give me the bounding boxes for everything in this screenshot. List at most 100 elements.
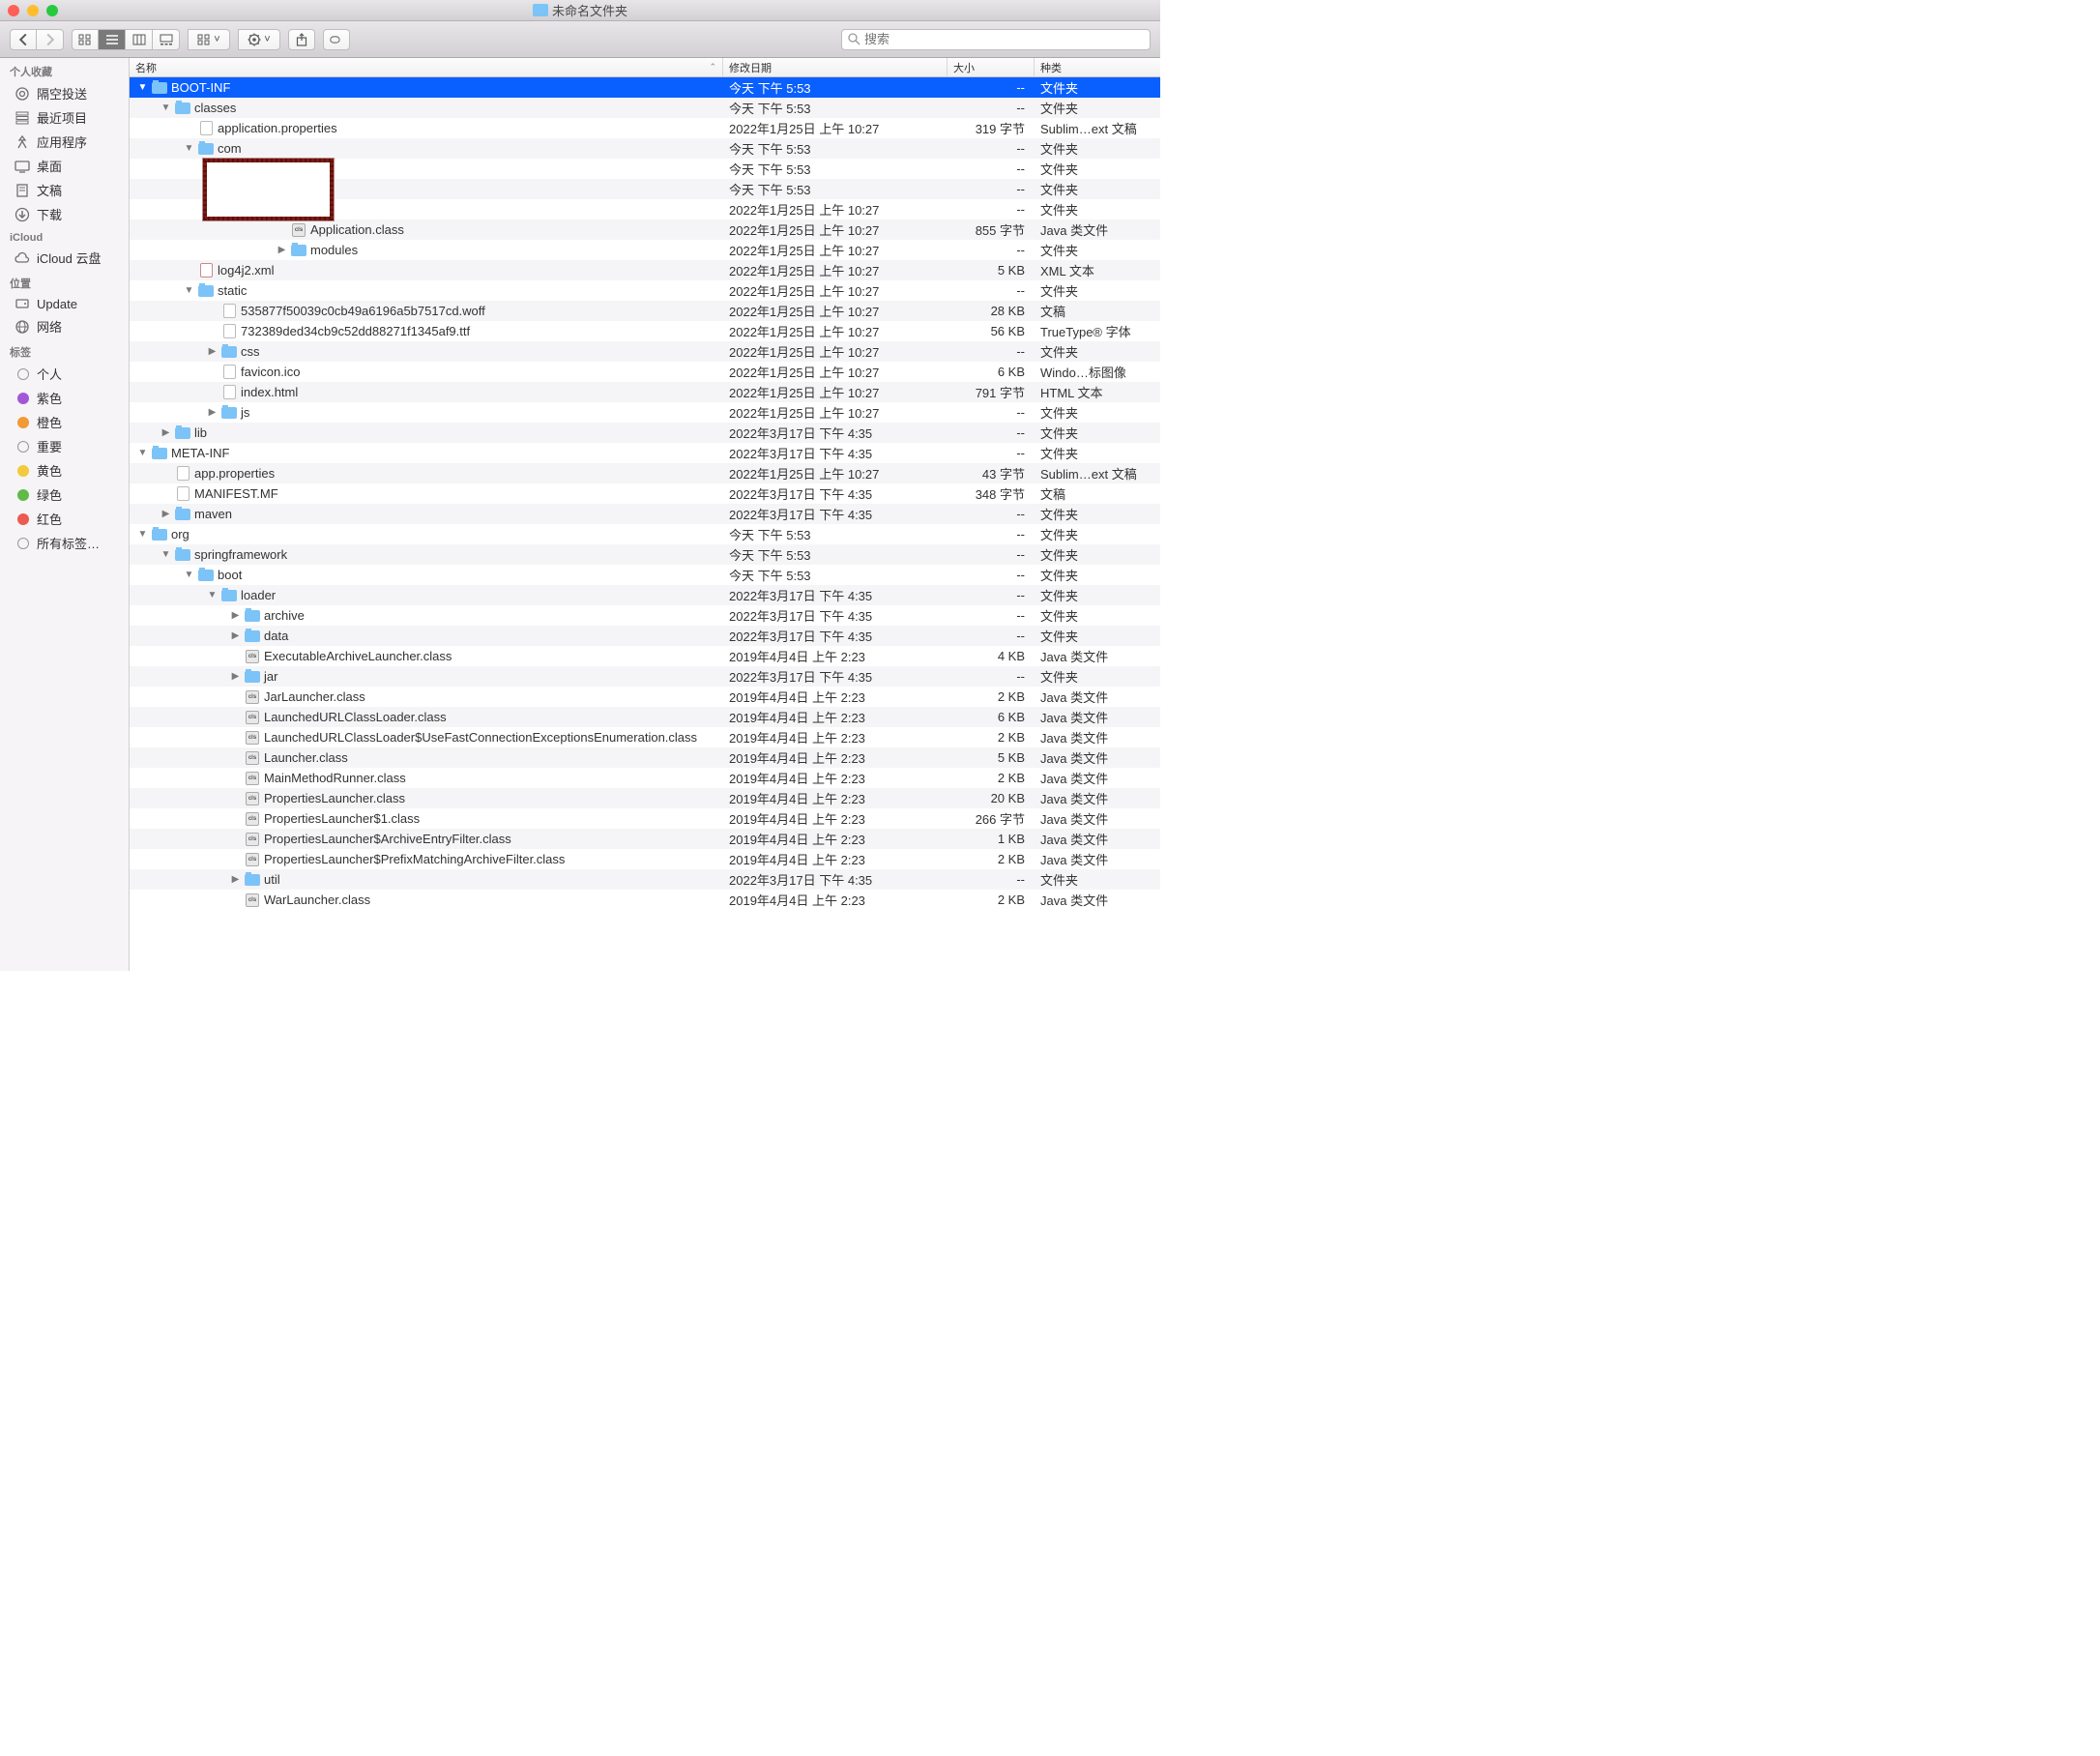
disclosure-triangle-icon[interactable]: ▶	[230, 610, 241, 621]
sidebar-tag[interactable]: 黄色	[0, 458, 129, 483]
column-header-date[interactable]: 修改日期	[723, 58, 948, 76]
arrange-button[interactable]: ˅	[188, 29, 230, 50]
rows-container[interactable]: ▼ BOOT-INF 今天 下午 5:53 -- 文件夹 ▼ classes 今…	[130, 77, 1160, 971]
disclosure-triangle-icon[interactable]: ▼	[253, 204, 264, 215]
disclosure-triangle-icon[interactable]: ▼	[137, 448, 148, 458]
file-row[interactable]: ▼ springframework 今天 下午 5:53 -- 文件夹	[130, 544, 1160, 565]
file-row[interactable]: ▶ application.properties 2022年1月25日 上午 1…	[130, 118, 1160, 138]
disclosure-triangle-icon[interactable]: ▶	[160, 427, 171, 438]
column-header-kind[interactable]: 种类	[1035, 58, 1160, 76]
disclosure-triangle-icon[interactable]: ▶	[230, 630, 241, 641]
file-row[interactable]: ▶ jar 2022年3月17日 下午 4:35 -- 文件夹	[130, 666, 1160, 687]
sidebar-item-docs[interactable]: 文稿	[0, 178, 129, 202]
file-row[interactable]: ▼ META-INF 2022年3月17日 下午 4:35 -- 文件夹	[130, 443, 1160, 463]
file-row[interactable]: ▶ cls Launcher.class 2019年4月4日 上午 2:23 5…	[130, 747, 1160, 768]
file-row[interactable]: ▶ 732389ded34cb9c52dd88271f1345af9.ttf 2…	[130, 321, 1160, 341]
disclosure-triangle-icon[interactable]: ▼	[160, 102, 171, 113]
disclosure-triangle-icon[interactable]: ▼	[184, 285, 194, 296]
file-row[interactable]: ▼ 今天 下午 5:53 -- 文件夹	[130, 179, 1160, 199]
search-input[interactable]	[864, 32, 1144, 46]
back-button[interactable]	[10, 29, 37, 50]
tags-button[interactable]	[323, 29, 350, 50]
disclosure-triangle-icon[interactable]: ▶	[207, 346, 218, 357]
disclosure-triangle-icon[interactable]: ▶	[230, 671, 241, 682]
sidebar-tag[interactable]: 个人	[0, 362, 129, 386]
file-row[interactable]: ▼ BOOT-INF 今天 下午 5:53 -- 文件夹	[130, 77, 1160, 98]
file-row[interactable]: ▶ lib 2022年3月17日 下午 4:35 -- 文件夹	[130, 423, 1160, 443]
disclosure-triangle-icon[interactable]: ▼	[137, 529, 148, 540]
file-row[interactable]: ▶ maven 2022年3月17日 下午 4:35 -- 文件夹	[130, 504, 1160, 524]
file-row[interactable]: ▼ com 今天 下午 5:53 -- 文件夹	[130, 138, 1160, 159]
file-row[interactable]: ▼ boot 今天 下午 5:53 -- 文件夹	[130, 565, 1160, 585]
disclosure-triangle-icon[interactable]: ▶	[160, 509, 171, 519]
window-minimize-button[interactable]	[27, 5, 39, 16]
sidebar-item-cloud[interactable]: iCloud 云盘	[0, 246, 129, 270]
view-gallery-button[interactable]	[153, 29, 180, 50]
file-row[interactable]: ▼ static 2022年1月25日 上午 10:27 -- 文件夹	[130, 280, 1160, 301]
disclosure-triangle-icon[interactable]: ▼	[184, 143, 194, 154]
view-list-button[interactable]	[99, 29, 126, 50]
disclosure-triangle-icon[interactable]: ▶	[207, 407, 218, 418]
window-zoom-button[interactable]	[46, 5, 58, 16]
file-row[interactable]: ▶ cls Application.class 2022年1月25日 上午 10…	[130, 220, 1160, 240]
sidebar-tag[interactable]: 所有标签…	[0, 531, 129, 555]
file-row[interactable]: ▶ app.properties 2022年1月25日 上午 10:27 43 …	[130, 463, 1160, 483]
file-row[interactable]: ▶ log4j2.xml 2022年1月25日 上午 10:27 5 KB XM…	[130, 260, 1160, 280]
file-row[interactable]: ▶ util 2022年3月17日 下午 4:35 -- 文件夹	[130, 869, 1160, 890]
file-row[interactable]: ▶ index.html 2022年1月25日 上午 10:27 791 字节 …	[130, 382, 1160, 402]
sidebar-item-airdrop[interactable]: 隔空投送	[0, 81, 129, 105]
sidebar-item-recents[interactable]: 最近项目	[0, 105, 129, 130]
forward-button[interactable]	[37, 29, 64, 50]
disclosure-triangle-icon[interactable]: ▼	[137, 82, 148, 93]
file-row[interactable]: ▶ data 2022年3月17日 下午 4:35 -- 文件夹	[130, 626, 1160, 646]
file-row[interactable]: ▶ cls ExecutableArchiveLauncher.class 20…	[130, 646, 1160, 666]
file-row[interactable]: ▼ loader 2022年3月17日 下午 4:35 -- 文件夹	[130, 585, 1160, 605]
disclosure-triangle-icon[interactable]: ▼	[207, 590, 218, 600]
file-row[interactable]: ▶ cls PropertiesLauncher$ArchiveEntryFil…	[130, 829, 1160, 849]
file-row[interactable]: ▶ favicon.ico 2022年1月25日 上午 10:27 6 KB W…	[130, 362, 1160, 382]
column-header-size[interactable]: 大小	[948, 58, 1035, 76]
sidebar-item-downloads[interactable]: 下载	[0, 202, 129, 226]
disclosure-triangle-icon[interactable]: ▶	[230, 874, 241, 885]
sidebar-tag[interactable]: 绿色	[0, 483, 129, 507]
file-row[interactable]: ▶ cls PropertiesLauncher.class 2019年4月4日…	[130, 788, 1160, 808]
file-row[interactable]: ▶ modules 2022年1月25日 上午 10:27 -- 文件夹	[130, 240, 1160, 260]
sidebar-item-apps[interactable]: 应用程序	[0, 130, 129, 154]
file-row[interactable]: ▶ MANIFEST.MF 2022年3月17日 下午 4:35 348 字节 …	[130, 483, 1160, 504]
file-row[interactable]: ▶ cls PropertiesLauncher$1.class 2019年4月…	[130, 808, 1160, 829]
sidebar-tag[interactable]: 红色	[0, 507, 129, 531]
file-row[interactable]: ▶ 535877f50039c0cb49a6196a5b7517cd.woff …	[130, 301, 1160, 321]
disclosure-triangle-icon[interactable]: ▼	[160, 549, 171, 560]
disclosure-triangle-icon[interactable]: ▼	[207, 163, 218, 174]
file-row[interactable]: ▶ cls JarLauncher.class 2019年4月4日 上午 2:2…	[130, 687, 1160, 707]
file-row[interactable]: ▼ 今天 下午 5:53 -- 文件夹	[130, 159, 1160, 179]
file-row[interactable]: ▶ cls MainMethodRunner.class 2019年4月4日 上…	[130, 768, 1160, 788]
file-row[interactable]: ▶ cls LaunchedURLClassLoader$UseFastConn…	[130, 727, 1160, 747]
share-button[interactable]	[288, 29, 315, 50]
file-row[interactable]: ▶ cls WarLauncher.class 2019年4月4日 上午 2:2…	[130, 890, 1160, 910]
sidebar-item-network[interactable]: 网络	[0, 314, 129, 338]
file-row[interactable]: ▶ js 2022年1月25日 上午 10:27 -- 文件夹	[130, 402, 1160, 423]
view-column-button[interactable]	[126, 29, 153, 50]
sidebar-item-disk[interactable]: Update	[0, 293, 129, 314]
file-row[interactable]: ▶ archive 2022年3月17日 下午 4:35 -- 文件夹	[130, 605, 1160, 626]
action-button[interactable]: ˅	[238, 29, 280, 50]
disclosure-triangle-icon[interactable]: ▶	[277, 245, 287, 255]
sidebar-tag[interactable]: 重要	[0, 434, 129, 458]
folder-icon	[533, 4, 548, 16]
sidebar-tag[interactable]: 紫色	[0, 386, 129, 410]
disclosure-triangle-icon[interactable]: ▼	[230, 184, 241, 194]
file-row[interactable]: ▼ 2022年1月25日 上午 10:27 -- 文件夹	[130, 199, 1160, 220]
file-row[interactable]: ▶ cls LaunchedURLClassLoader.class 2019年…	[130, 707, 1160, 727]
sidebar-tag[interactable]: 橙色	[0, 410, 129, 434]
file-row[interactable]: ▼ org 今天 下午 5:53 -- 文件夹	[130, 524, 1160, 544]
file-row[interactable]: ▶ css 2022年1月25日 上午 10:27 -- 文件夹	[130, 341, 1160, 362]
file-row[interactable]: ▼ classes 今天 下午 5:53 -- 文件夹	[130, 98, 1160, 118]
view-icon-button[interactable]	[72, 29, 99, 50]
column-header-name[interactable]: 名称⌃	[130, 58, 723, 76]
disclosure-triangle-icon[interactable]: ▼	[184, 570, 194, 580]
file-row[interactable]: ▶ cls PropertiesLauncher$PrefixMatchingA…	[130, 849, 1160, 869]
window-close-button[interactable]	[8, 5, 19, 16]
search-field[interactable]	[841, 29, 1151, 50]
sidebar-item-desktop[interactable]: 桌面	[0, 154, 129, 178]
